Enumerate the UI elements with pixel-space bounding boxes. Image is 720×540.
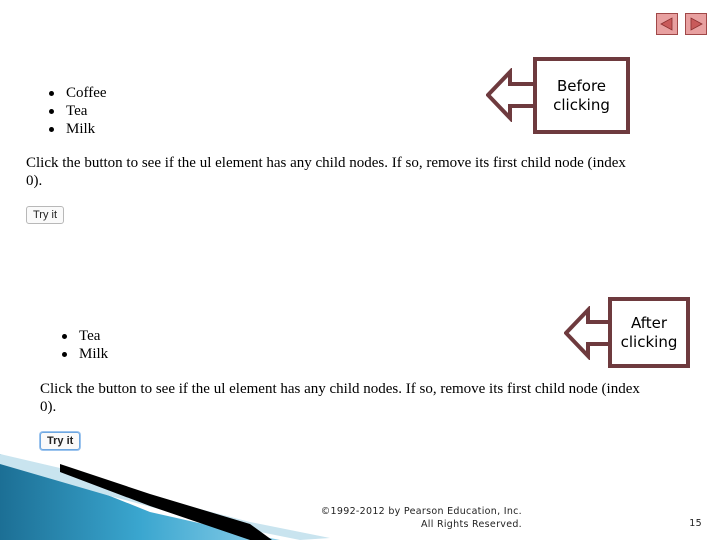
list-item: Milk: [46, 120, 107, 138]
after-instruction-text: Click the button to see if the ul elemen…: [40, 381, 640, 415]
callout-line: Before: [556, 76, 607, 95]
callout-line: clicking: [553, 95, 610, 114]
before-callout: Before clicking: [533, 57, 630, 134]
copyright-line: ©1992-2012 by Pearson Education, Inc.: [320, 506, 522, 517]
try-it-button-focused[interactable]: Try it: [40, 432, 81, 450]
list-item: Coffee: [46, 84, 107, 102]
after-item-list: Tea Milk: [59, 327, 108, 363]
decorative-wave: [0, 454, 330, 540]
page-number: 15: [689, 518, 702, 529]
after-callout: After clicking: [608, 297, 690, 368]
triangle-left-icon: [660, 17, 673, 31]
before-item-list: Coffee Tea Milk: [46, 84, 107, 138]
callout-line: clicking: [620, 332, 678, 351]
callout-line: After: [630, 313, 668, 332]
list-item: Milk: [59, 345, 108, 363]
next-slide-button[interactable]: [685, 13, 707, 35]
triangle-right-icon: [690, 17, 703, 31]
rights-line: All Rights Reserved.: [420, 519, 522, 530]
list-item: Tea: [46, 102, 107, 120]
try-it-button[interactable]: Try it: [26, 206, 65, 224]
list-item: Tea: [59, 327, 108, 345]
copyright-text: ©1992-2012 by Pearson Education, Inc. Al…: [290, 505, 522, 531]
before-instruction-text: Click the button to see if the ul elemen…: [26, 155, 626, 189]
prev-slide-button[interactable]: [656, 13, 678, 35]
